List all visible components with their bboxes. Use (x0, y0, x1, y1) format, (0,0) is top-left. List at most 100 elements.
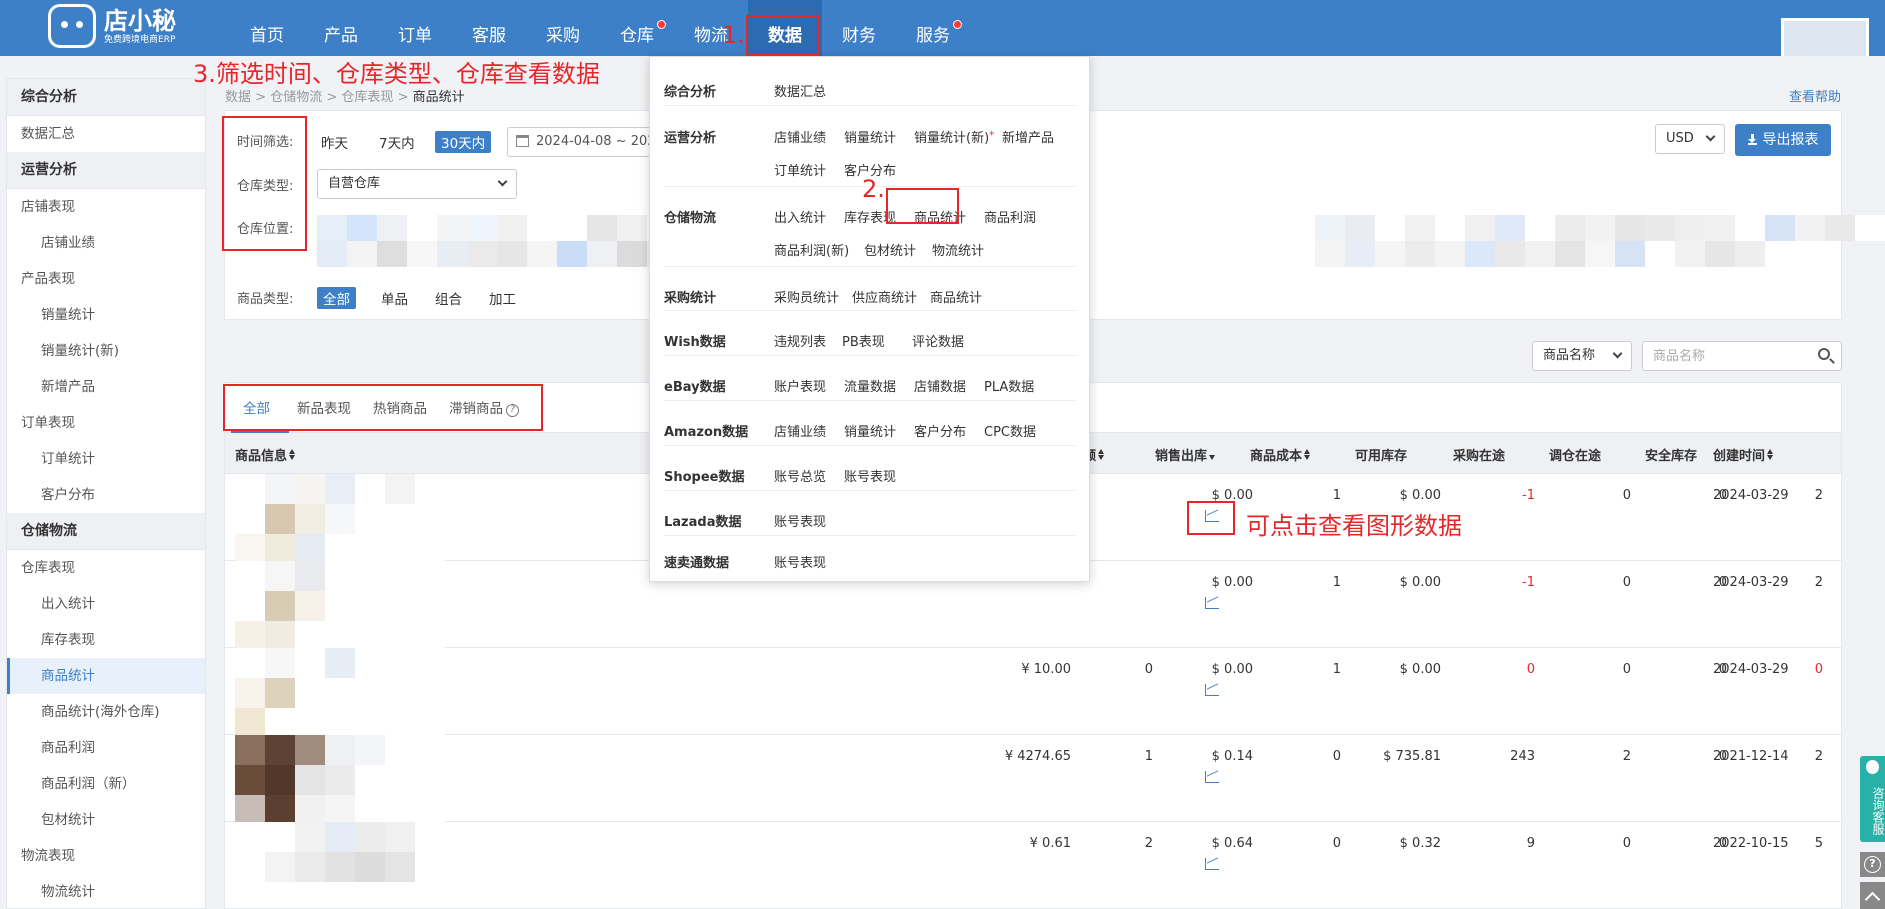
sidebar-item[interactable]: 库存表现 (7, 622, 205, 658)
sidebar-group[interactable]: 运营分析 (7, 152, 205, 189)
warehouse-type-select[interactable]: 自营仓库 (317, 169, 517, 199)
dropdown-link[interactable]: 违规列表 (774, 331, 826, 350)
sort-desc-icon[interactable] (1209, 455, 1216, 460)
product-type-bundle[interactable]: 组合 (429, 287, 468, 309)
th-product-info[interactable]: 商品信息 (235, 445, 296, 464)
sidebar-item[interactable]: 商品统计(海外仓库) (7, 694, 205, 730)
time-option-yesterday[interactable]: 昨天 (315, 131, 354, 153)
dropdown-link[interactable]: PLA数据 (984, 376, 1034, 395)
chart-icon[interactable] (1205, 771, 1219, 783)
sidebar-item[interactable]: 产品表现 (7, 261, 205, 297)
date-range-input[interactable]: 2024-04-08 ~ 2024 (507, 127, 667, 157)
sidebar-item[interactable]: 数据汇总 (7, 116, 205, 152)
dropdown-link[interactable]: 账号表现 (844, 466, 896, 485)
th-created-time[interactable]: 创建时间 (1713, 445, 1774, 464)
consult-service-button[interactable]: 咨询客服 (1860, 756, 1885, 842)
help-float-button[interactable]: ? (1860, 852, 1885, 877)
sort-icon[interactable] (1097, 449, 1105, 460)
chart-icon[interactable] (1205, 597, 1219, 609)
dropdown-link[interactable]: 物流统计 (932, 240, 984, 259)
chart-icon[interactable] (1205, 684, 1219, 696)
sort-icon[interactable] (288, 449, 296, 460)
time-option-30days[interactable]: 30天内 (435, 131, 492, 153)
dropdown-link[interactable]: 商品利润(新) (774, 240, 849, 259)
sidebar-item[interactable]: 商品利润 (7, 730, 205, 766)
dropdown-link[interactable]: 出入统计 (774, 207, 826, 226)
sidebar-item[interactable]: 销量统计 (7, 297, 205, 333)
nav-services[interactable]: 服务 (896, 0, 970, 56)
sidebar-item[interactable]: 商品利润（新） (7, 766, 205, 802)
product-image-blurred[interactable] (235, 648, 445, 738)
dropdown-link[interactable]: 库存表现 (844, 207, 896, 226)
search-input[interactable] (1642, 341, 1842, 371)
user-avatar[interactable] (1781, 18, 1869, 56)
sort-icon[interactable] (1303, 449, 1311, 460)
sidebar-item[interactable]: 出入统计 (7, 586, 205, 622)
dropdown-link[interactable]: 账号表现 (774, 511, 826, 530)
nav-warehouse[interactable]: 仓库 (600, 0, 674, 56)
dropdown-link[interactable]: 客户分布 (914, 421, 966, 440)
export-report-button[interactable]: 导出报表 (1735, 124, 1831, 156)
chart-icon[interactable] (1205, 858, 1219, 870)
app-logo[interactable]: 店小秘 免费跨境电商ERP (48, 4, 176, 48)
dropdown-link[interactable]: 采购员统计 (774, 287, 839, 306)
dropdown-link[interactable]: 订单统计 (774, 160, 826, 179)
nav-data[interactable]: 数据 (748, 0, 822, 56)
nav-finance[interactable]: 财务 (822, 0, 896, 56)
sidebar-item[interactable]: 仓库表现 (7, 550, 205, 586)
sidebar-group[interactable]: 综合分析 (7, 79, 205, 116)
tab-all[interactable]: 全部 (243, 397, 270, 417)
dropdown-link[interactable]: 商品利润 (984, 207, 1036, 226)
dropdown-link[interactable]: 店铺业绩 (774, 421, 826, 440)
dropdown-link[interactable]: 销量统计 (844, 421, 896, 440)
product-image-blurred[interactable] (235, 561, 445, 651)
dropdown-link[interactable]: 包材统计 (864, 240, 916, 259)
sidebar-item[interactable]: 订单表现 (7, 405, 205, 441)
search-icon[interactable] (1818, 348, 1830, 360)
nav-customer-service[interactable]: 客服 (452, 0, 526, 56)
dropdown-link[interactable]: 账号表现 (774, 552, 826, 571)
tab-hot-products[interactable]: 热销商品 (373, 397, 427, 417)
dropdown-link[interactable]: 账号总览 (774, 466, 826, 485)
product-image-blurred[interactable] (235, 474, 445, 564)
nav-products[interactable]: 产品 (304, 0, 378, 56)
tab-new-products[interactable]: 新品表现 (297, 397, 351, 417)
breadcrumb-item[interactable]: 仓库表现 (341, 90, 393, 105)
sort-icon[interactable] (1766, 449, 1774, 460)
chart-icon[interactable] (1205, 510, 1219, 522)
dropdown-link[interactable]: 店铺业绩 (774, 127, 826, 146)
sidebar-item[interactable]: 商品统计 (7, 658, 205, 694)
product-type-single[interactable]: 单品 (375, 287, 414, 309)
dropdown-link[interactable]: 流量数据 (844, 376, 896, 395)
sidebar-group[interactable]: 仓储物流 (7, 513, 205, 550)
dropdown-link[interactable]: 评论数据 (912, 331, 964, 350)
nav-home[interactable]: 首页 (230, 0, 304, 56)
dropdown-link[interactable]: 销量统计(新)* (914, 127, 994, 146)
dropdown-link[interactable]: 销量统计 (844, 127, 896, 146)
help-link[interactable]: 查看帮助 (1789, 86, 1841, 105)
question-icon[interactable]: ? (506, 404, 519, 417)
dropdown-link[interactable]: CPC数据 (984, 421, 1036, 440)
th-product-cost[interactable]: 商品成本 (1250, 445, 1311, 464)
nav-orders[interactable]: 订单 (378, 0, 452, 56)
table-row[interactable]: ¥ 0.61 2 $ 0.64 0 $ 0.32 9 0 0 5 2022-10-15 (225, 822, 1841, 908)
th-sales-out[interactable]: 销售出库 (1155, 445, 1216, 464)
sidebar-item[interactable]: 包材统计 (7, 802, 205, 838)
table-row[interactable]: ¥ 4274.65 1 $ 0.14 0 $ 735.81 243 2 0 2 2021-12-1… (225, 735, 1841, 825)
dropdown-link[interactable]: PB表现 (842, 331, 885, 350)
dropdown-link[interactable]: 商品统计 (930, 287, 982, 306)
product-type-processing[interactable]: 加工 (483, 287, 522, 309)
dropdown-link[interactable]: 数据汇总 (774, 81, 826, 100)
breadcrumb-item[interactable]: 仓储物流 (270, 90, 322, 105)
sidebar-item[interactable]: 物流统计 (7, 874, 205, 908)
product-type-all[interactable]: 全部 (317, 287, 356, 309)
sidebar-item[interactable]: 物流表现 (7, 838, 205, 874)
dropdown-link[interactable]: 商品统计 (914, 207, 966, 226)
sidebar-item[interactable]: 客户分布 (7, 477, 205, 513)
dropdown-link[interactable]: 新增产品 (1002, 127, 1054, 146)
search-field-select[interactable]: 商品名称 (1532, 341, 1632, 371)
product-image-blurred[interactable] (235, 822, 445, 908)
tab-slow-moving[interactable]: 滞销商品? (449, 397, 519, 417)
sidebar-item[interactable]: 订单统计 (7, 441, 205, 477)
sidebar-item[interactable]: 销量统计(新) (7, 333, 205, 369)
